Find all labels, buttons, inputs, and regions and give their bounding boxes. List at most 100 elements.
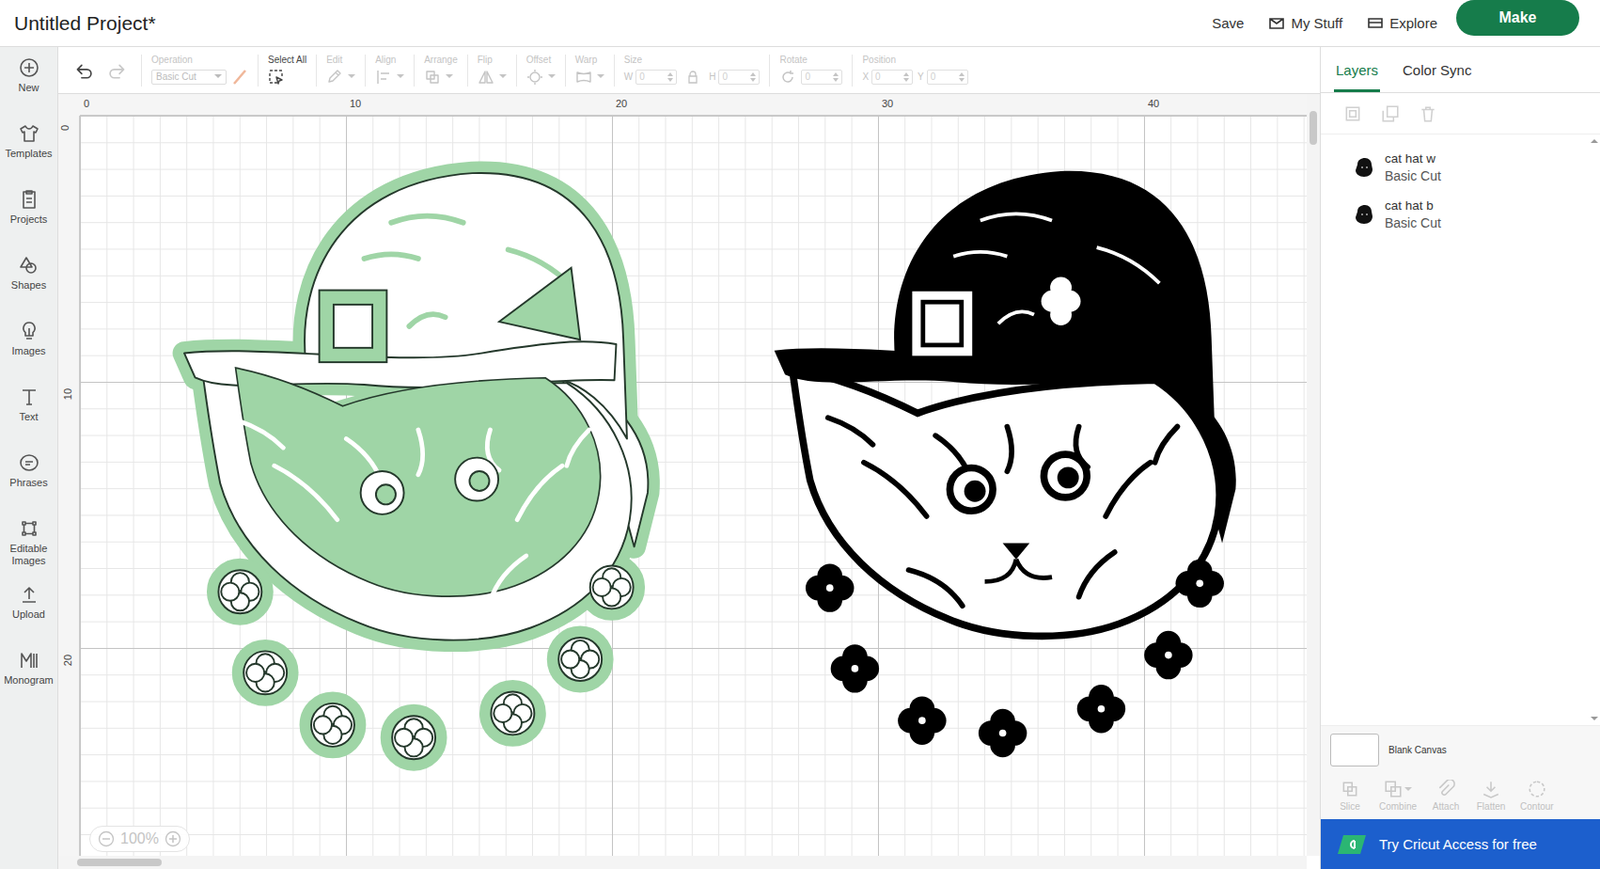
caret-icon [396,74,405,79]
warp-icon [575,68,593,86]
sidebar-item[interactable]: Monogram [0,648,58,715]
header-link[interactable]: Save [1211,15,1244,32]
number-field[interactable]: X 0 [862,69,913,85]
sidebar-item[interactable]: Shapes [0,253,58,320]
sidebar-item[interactable]: Images [0,319,58,386]
sidebar-item-icon [17,253,41,277]
sidebar-item[interactable]: Upload [0,582,58,649]
position-control: Position X 0 Y 0 [851,54,977,87]
design-space-window: Untitled Project* Save My Stuff Explore … [0,0,1600,869]
scroll-up-icon[interactable] [1590,138,1599,143]
scroll-down-icon[interactable] [1590,716,1599,722]
redo-icon[interactable] [109,61,128,80]
contour-button: Contour [1520,779,1554,812]
panel-scrollbar[interactable] [1590,138,1599,722]
sidebar-item-icon [17,582,41,606]
panel-tab[interactable]: Color Sync [1400,62,1474,93]
layer-row[interactable]: cat hat b Basic Cut [1320,190,1600,238]
sidebar-item[interactable]: Phrases [0,451,58,518]
rotate-control: Rotate 0 [768,54,852,87]
sidebar-item-icon [17,517,41,540]
combine-icon [1383,779,1403,799]
sidebar-item[interactable]: New [0,56,58,123]
design-image[interactable] [150,155,682,785]
layer-list: cat hat w Basic Cut cat hat b Basic Cut [1320,134,1600,725]
caret-icon [1404,786,1412,792]
ruler-label: 10 [62,388,74,400]
selectall-control[interactable]: Select All [257,54,316,87]
zoom-in-icon[interactable] [164,830,182,848]
design-image[interactable] [741,153,1269,781]
left-ruler: 0 10 20 [58,94,80,856]
slice-button: Slice [1333,779,1366,812]
canvas-swatch[interactable] [1330,733,1380,767]
lock-icon[interactable] [687,70,699,84]
spinner-icon [903,71,910,83]
flip-icon [477,68,495,86]
ruler-label: 0 [83,97,90,110]
cricut-access-banner[interactable]: Try Cricut Access for free [1320,818,1600,869]
attach-icon [1436,779,1456,799]
layer-tools [1320,93,1600,135]
arrange-icon [423,68,441,86]
sidebar-item-icon [17,319,41,343]
layer-row[interactable]: cat hat w Basic Cut [1320,143,1600,191]
stuff-icon [1268,15,1286,32]
header-link[interactable]: Explore [1366,15,1438,32]
project-title[interactable]: Untitled Project* [14,12,1212,35]
header-link[interactable]: My Stuff [1268,15,1343,32]
panel-tabs: Layers Color Sync [1320,47,1600,94]
sidebar-item-icon [17,56,41,79]
zoom-out-icon[interactable] [97,830,115,848]
canvas-color-row[interactable]: Blank Canvas [1320,724,1600,774]
caret-icon [214,74,222,79]
spinner-icon [750,71,756,83]
number-field[interactable]: W 0 [624,69,677,85]
contour-icon [1527,779,1547,799]
edit-control: Edit [315,54,365,87]
vertical-scrollbar[interactable] [1306,94,1320,856]
panel-tab[interactable]: Layers [1333,62,1381,93]
ruler-label: 20 [62,654,74,666]
cat-thumbnail-icon [1352,203,1376,226]
number-field[interactable]: 0 [800,69,843,85]
number-field[interactable]: H 0 [708,69,760,85]
design-canvas[interactable]: 010203040 01020 100% [58,94,1320,869]
sidebar-item-icon [17,648,41,672]
cricut-access-logo-icon [1337,834,1366,854]
flip-control: Flip [467,54,517,87]
horizontal-scrollbar[interactable] [58,855,1307,869]
sidebar-item[interactable]: Editable Images [0,517,58,583]
top-ruler: 010203040 [58,94,1307,116]
spinner-icon [958,71,965,83]
pen-color-icon[interactable] [231,68,249,86]
caret-icon [548,74,556,79]
sidebar-item-icon [17,451,41,474]
sidebar-item-icon [17,385,41,408]
ruler-label: 30 [881,97,894,110]
rotate-icon [779,68,797,86]
make-button[interactable]: Make [1456,0,1580,36]
operation-select[interactable]: Basic Cut [151,69,227,85]
offset-icon [526,68,544,86]
number-field[interactable]: Y 0 [917,69,969,85]
align-icon [375,68,393,86]
history-buttons [63,61,142,80]
sidebar-item[interactable]: Projects [0,188,58,254]
offset-control: Offset [516,54,565,87]
sidebar-item-icon [17,188,41,211]
undo-icon[interactable] [73,61,93,80]
zoom-control[interactable]: 100% [89,825,190,852]
size-control: Size W 0 H 0 [613,54,770,87]
layer-actions: Slice Combine Attach Flatten Contour [1320,773,1600,819]
sidebar-item[interactable]: Templates [0,122,58,189]
operation-control: Operation Basic Cut [141,54,258,87]
sidebar-item[interactable]: Text [0,385,58,452]
caret-icon [347,74,356,79]
ruler-label: 0 [59,125,71,131]
edit-icon [326,68,344,86]
sidebar-item-icon [17,122,41,145]
caret-icon [499,74,507,79]
spinner-icon [832,71,839,83]
slice-icon [1340,779,1360,799]
